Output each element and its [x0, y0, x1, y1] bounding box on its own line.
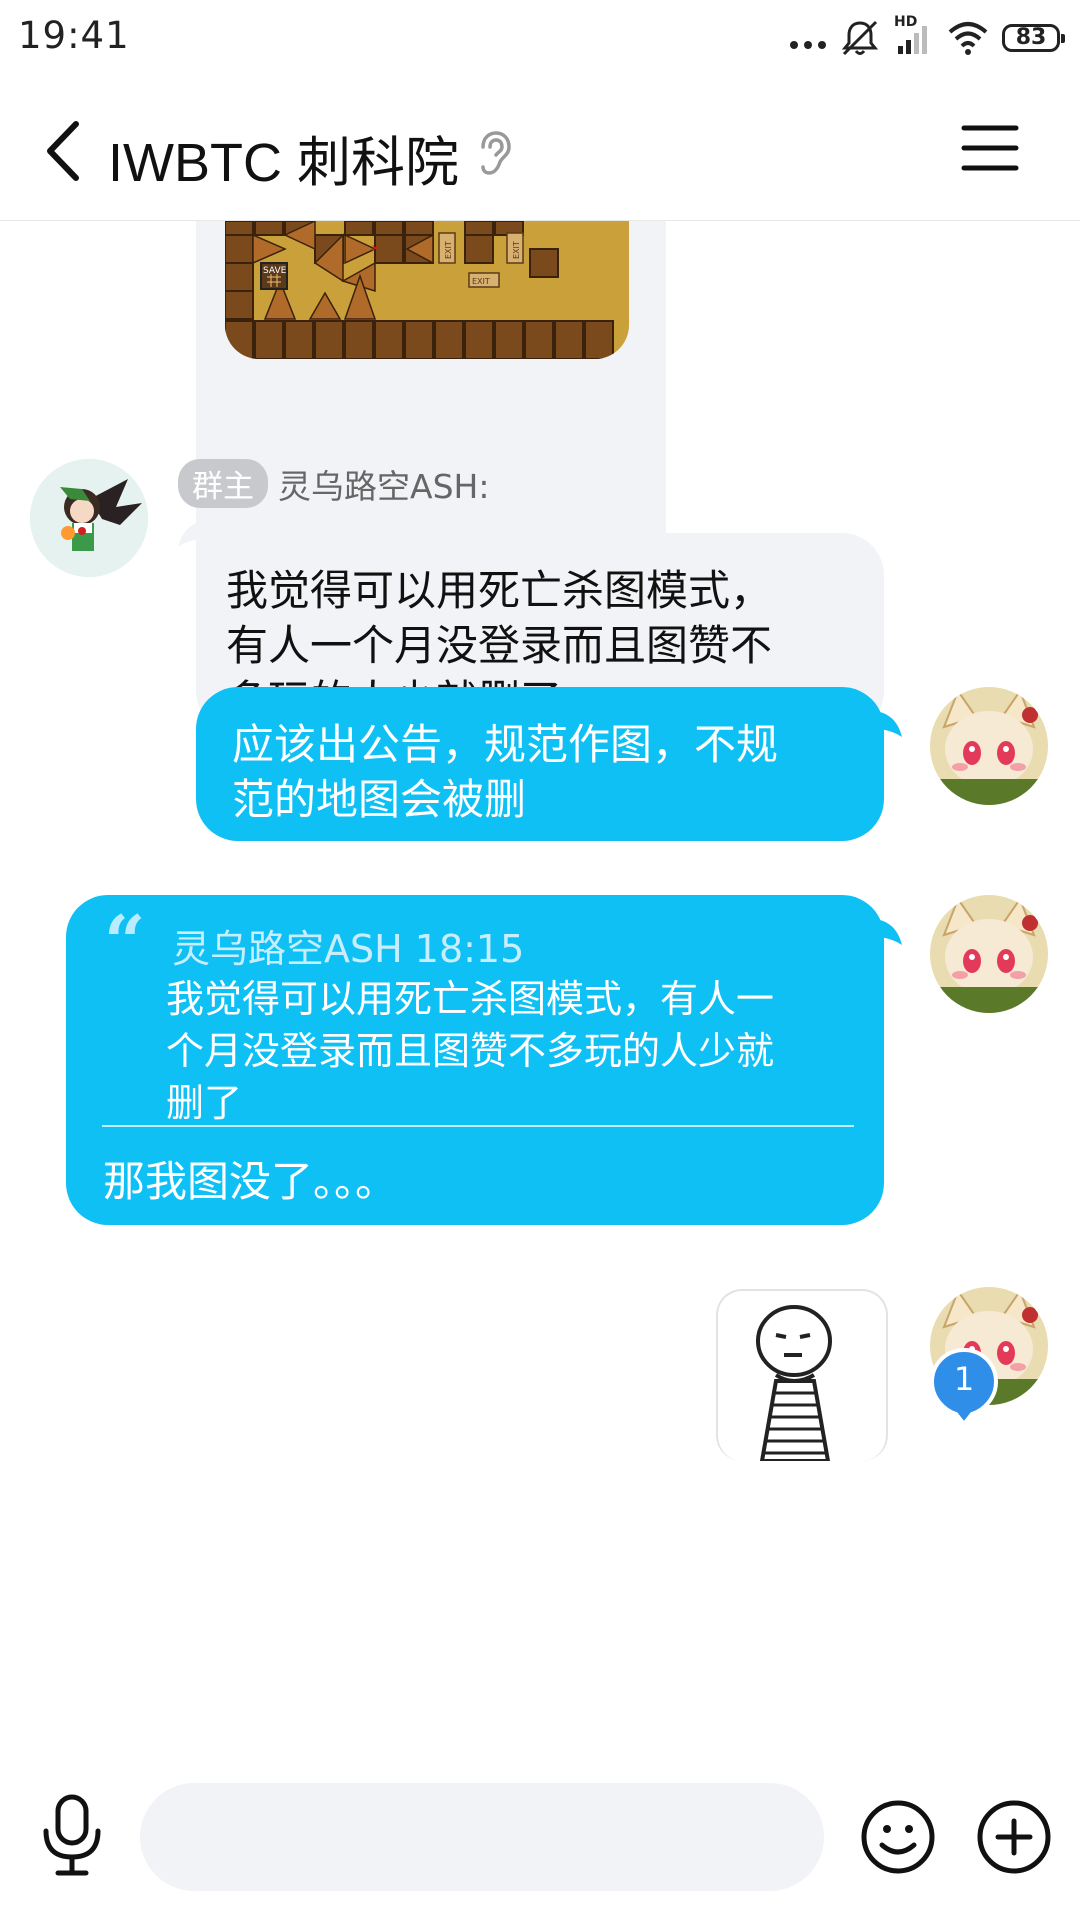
sticker-message[interactable] [716, 1289, 888, 1461]
sender-avatar[interactable] [30, 459, 148, 577]
bubble-tail [874, 711, 902, 737]
fox-girl-avatar [930, 687, 1048, 805]
owner-badge: 群主 [178, 459, 268, 508]
quote-header[interactable]: 灵乌路空ASH 18:15 [172, 918, 524, 973]
status-icons: HD 83 [790, 14, 1065, 62]
my-avatar[interactable] [930, 687, 1048, 805]
input-bar [0, 1751, 1080, 1920]
reply-text: 那我图没了。。。 [103, 1157, 398, 1206]
quote-line: 个月没登录而且图赞不多玩的人少就 [166, 1029, 775, 1073]
message-line: 应该出公告，规范作图，不规 [232, 720, 779, 769]
signal-icon: HD [894, 14, 934, 58]
chat-title[interactable]: IWBTC 刺科院 [108, 118, 459, 197]
outgoing-message-bubble[interactable]: 应该出公告，规范作图，不规 范的地图会被删 [196, 687, 884, 841]
mute-icon [841, 20, 879, 56]
exit-label-2: EXIT [512, 241, 521, 259]
unread-count: 1 [953, 1360, 975, 1398]
quote-mark-icon: “ [104, 899, 146, 984]
chat-header: IWBTC 刺科院 [0, 80, 1080, 221]
status-time: 19:41 [18, 14, 130, 57]
stick-figure-sticker [756, 1305, 832, 1461]
message-input[interactable] [140, 1783, 824, 1891]
message-line: 有人一个月没登录而且图赞不 [226, 621, 773, 670]
save-label: SAVE [263, 266, 287, 276]
message-list[interactable]: SAVE EXIT EXIT EXIT × 群主 灵乌路空ASH: 我觉得可以用… [0, 221, 1080, 1751]
dots-icon [790, 41, 826, 49]
quote-line: 删了 [166, 1081, 243, 1125]
sender-name[interactable]: 灵乌路空ASH: [278, 460, 489, 508]
mic-icon[interactable] [36, 1793, 108, 1877]
bubble-tail [874, 919, 902, 945]
message-line: 我觉得可以用死亡杀图模式， [226, 566, 773, 615]
sender-line: 群主 灵乌路空ASH: [178, 459, 489, 508]
plus-icon[interactable] [976, 1799, 1052, 1875]
back-icon[interactable] [38, 116, 98, 186]
quoted-message[interactable]: 我觉得可以用死亡杀图模式，有人一 个月没登录而且图赞不多玩的人少就 删了 [166, 973, 846, 1129]
message-line: 范的地图会被删 [232, 775, 527, 824]
bubble-tail [178, 521, 206, 547]
exit-label-1: EXIT [444, 241, 453, 259]
exit-label-3: EXIT [472, 277, 490, 286]
wifi-icon [948, 22, 988, 55]
quote-divider [102, 1125, 854, 1127]
battery-icon: 83 [1002, 24, 1065, 52]
menu-icon[interactable] [960, 120, 1020, 176]
svg-text:×: × [371, 243, 379, 254]
fox-girl-avatar [930, 895, 1048, 1013]
unread-count-badge[interactable]: 1 [928, 1346, 1000, 1426]
status-bar: 19:41 HD 83 [0, 0, 1080, 80]
game-screenshot-image[interactable]: SAVE EXIT EXIT EXIT × [225, 221, 629, 359]
my-avatar[interactable] [930, 895, 1048, 1013]
ear-icon[interactable] [478, 130, 512, 178]
emoji-icon[interactable] [860, 1799, 936, 1875]
quote-line: 我觉得可以用死亡杀图模式，有人一 [166, 977, 775, 1021]
